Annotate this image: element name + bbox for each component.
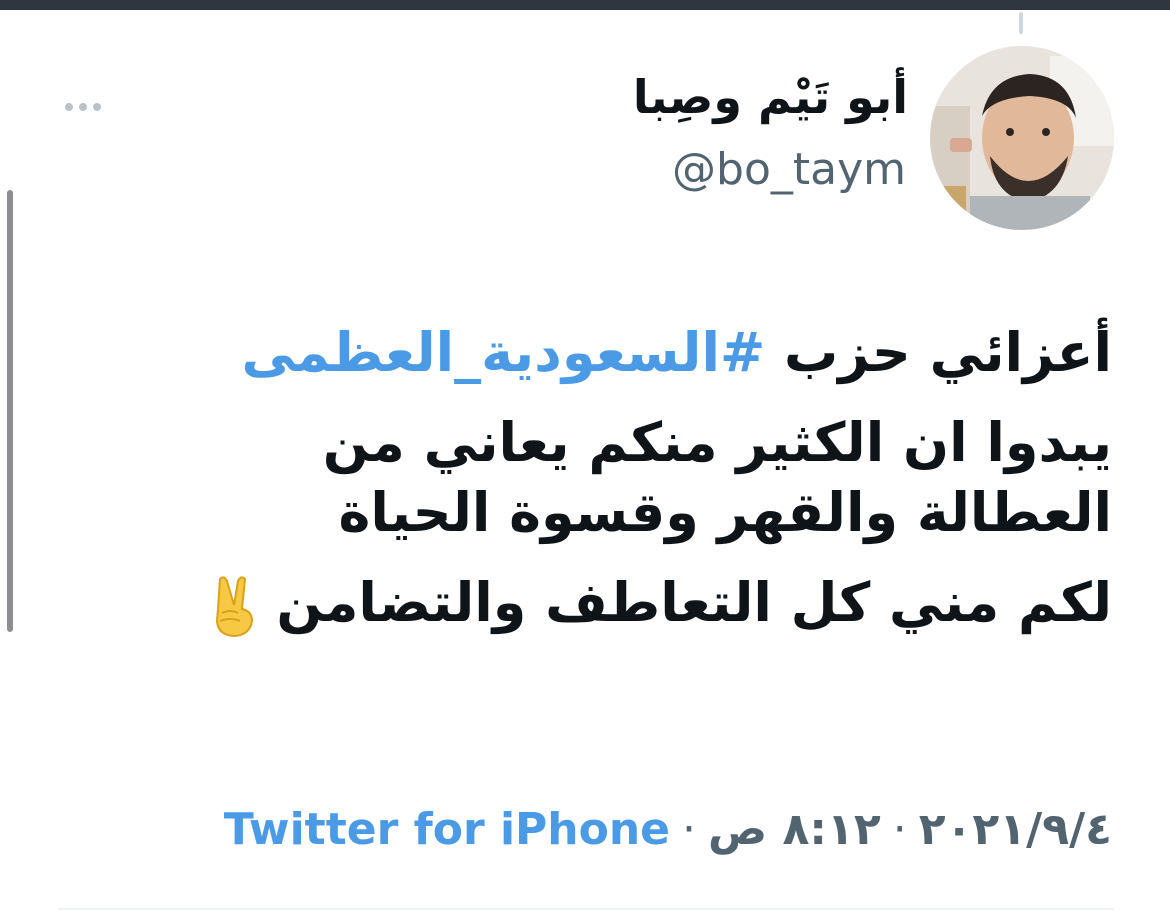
more-options-button[interactable]	[58, 92, 108, 122]
victory-hand-icon	[216, 576, 254, 638]
more-horizontal-icon-dot	[93, 103, 101, 111]
divider	[58, 908, 1114, 910]
top-bar	[0, 0, 1170, 10]
tweet-paragraph-1: أعزائي حزب #السعودية_العظمى	[152, 318, 1112, 388]
tweet-paragraph-2: يبدوا ان الكثير منكم يعاني من العطالة وا…	[322, 411, 1112, 544]
more-horizontal-icon-dot	[79, 103, 87, 111]
separator-dot: ·	[892, 804, 907, 855]
author-handle[interactable]: @bo_taym	[672, 144, 906, 197]
separator-dot: ·	[682, 804, 697, 855]
tweet-line-3-text: لكم مني كل التعاطف والتضامن	[276, 571, 1112, 634]
tweet-source-link[interactable]: Twitter for iPhone	[224, 804, 670, 855]
tweet-time[interactable]: ٨:١٢ ص	[708, 804, 881, 855]
tweet-metadata: ٢٠٢١/٩/٤·٨:١٢ ص·Twitter for iPhone	[224, 804, 1112, 857]
avatar-photo	[930, 46, 1114, 230]
tweet-date[interactable]: ٢٠٢١/٩/٤	[919, 804, 1112, 855]
tweet-paragraph-3: لكم مني كل التعاطف والتضامن	[152, 568, 1112, 639]
tweet-text: أعزائي حزب #السعودية_العظمى يبدوا ان الك…	[152, 318, 1112, 659]
author-display-name[interactable]: أبو تَيْم وصِبا	[633, 70, 908, 125]
thread-connector-line	[1019, 12, 1023, 34]
avatar[interactable]	[930, 46, 1114, 230]
scrollbar[interactable]	[7, 190, 13, 632]
tweet-intro-text: أعزائي حزب	[765, 321, 1112, 384]
hashtag-link[interactable]: #السعودية_العظمى	[241, 321, 765, 384]
more-horizontal-icon	[65, 103, 73, 111]
